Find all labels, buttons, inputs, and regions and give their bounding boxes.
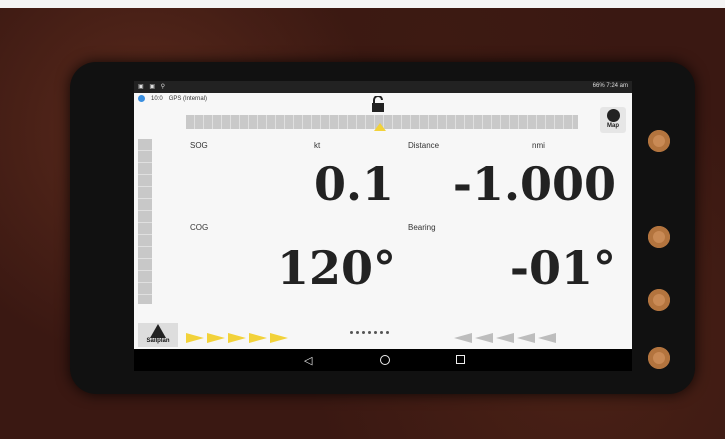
right-arrow-icon — [270, 333, 288, 343]
page-dot — [350, 331, 353, 334]
cog-label: COG — [190, 223, 209, 232]
sailplan-button[interactable]: Sailplan — [138, 323, 178, 347]
right-arrow-icon — [207, 333, 225, 343]
left-arrow-icon — [496, 333, 514, 343]
map-button-label: Map — [607, 123, 619, 129]
distance-unit: nmi — [532, 141, 545, 150]
distance-label: Distance — [408, 141, 440, 150]
back-icon[interactable]: ◁ — [304, 354, 312, 367]
app-time: 10:0 — [151, 95, 163, 102]
sog-unit: kt — [314, 141, 321, 150]
android-nav-bar: ◁ — [134, 349, 632, 371]
vertical-scale-bar — [138, 139, 152, 304]
android-status-bar: ▣ ▣ ⚲ 66% 7:24 am — [134, 81, 632, 93]
cog-value[interactable]: 120° — [244, 241, 396, 295]
side-hardware-button[interactable] — [648, 347, 670, 369]
bottom-row: Sailplan — [134, 319, 632, 349]
page-dot — [374, 331, 377, 334]
lock-icon[interactable] — [370, 96, 386, 112]
right-arrow-icon — [186, 333, 204, 343]
right-arrow-icon — [228, 333, 246, 343]
side-hardware-button[interactable] — [648, 130, 670, 152]
page-dot — [380, 331, 383, 334]
gps-source[interactable]: GPS (Internal) — [169, 96, 207, 102]
right-arrow-icon — [249, 333, 267, 343]
sail-icon — [150, 324, 166, 338]
battery-and-time: 66% 7:24 am — [592, 83, 628, 89]
page-indicator[interactable] — [350, 331, 389, 334]
sog-value[interactable]: 0.1 — [284, 157, 394, 211]
bearing-value[interactable]: -01° — [434, 241, 616, 295]
recents-icon[interactable] — [456, 355, 465, 364]
side-hardware-button[interactable] — [648, 289, 670, 311]
status-icons: ▣ ▣ ⚲ — [138, 84, 168, 90]
globe-icon — [606, 109, 620, 122]
top-background-strip — [0, 0, 725, 8]
left-arrow-icon — [454, 333, 472, 343]
tablet-screen: ▣ ▣ ⚲ 66% 7:24 am 10:0 GPS (Internal) Ma… — [134, 81, 632, 371]
steer-right-arrows — [186, 333, 288, 343]
sog-label: SOG — [190, 141, 208, 150]
left-arrow-icon — [517, 333, 535, 343]
steer-left-arrows — [454, 333, 556, 343]
home-icon[interactable] — [380, 355, 390, 365]
page-dot — [386, 331, 389, 334]
left-arrow-icon — [475, 333, 493, 343]
left-arrow-icon — [538, 333, 556, 343]
page-dot — [368, 331, 371, 334]
clock-icon — [138, 95, 145, 102]
deviation-marker — [374, 123, 386, 131]
page-dot — [362, 331, 365, 334]
sailplan-label: Sailplan — [146, 338, 170, 344]
side-hardware-button[interactable] — [648, 226, 670, 248]
app-topline: 10:0 GPS (Internal) — [138, 95, 207, 102]
nav-app: 10:0 GPS (Internal) Map SOG kt Distance … — [134, 93, 632, 349]
bearing-label: Bearing — [408, 223, 436, 232]
map-button[interactable]: Map — [600, 107, 626, 133]
distance-value[interactable]: -1.000 — [414, 157, 616, 211]
page-dot — [356, 331, 359, 334]
